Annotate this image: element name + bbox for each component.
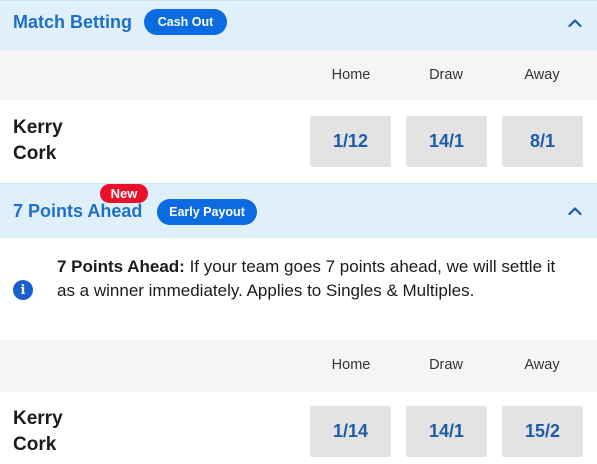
away-team: Cork — [13, 143, 57, 164]
col-home: Home — [331, 357, 371, 373]
column-headers: Home Draw Away — [0, 340, 597, 392]
odds-away-button[interactable]: 15/2 — [502, 406, 583, 457]
cash-out-badge: Cash Out — [144, 9, 227, 35]
chevron-up-icon[interactable] — [568, 16, 582, 30]
market-title: 7 Points Ahead — [13, 201, 143, 221]
col-draw: Draw — [429, 357, 463, 373]
odds-home-button[interactable]: 1/14 — [310, 406, 391, 457]
chevron-up-icon[interactable] — [568, 204, 582, 218]
odds-away-button[interactable]: 8/1 — [502, 116, 583, 167]
market-title: Match Betting — [13, 12, 132, 32]
away-team: Cork — [13, 434, 57, 455]
early-payout-badge: Early Payout — [157, 199, 257, 225]
info-heading: 7 Points Ahead: — [57, 257, 185, 276]
col-home: Home — [331, 67, 371, 83]
odds-home-button[interactable]: 1/12 — [310, 116, 391, 167]
odds-draw-button[interactable]: 14/1 — [406, 116, 487, 167]
info-text: 7 Points Ahead: If your team goes 7 poin… — [57, 255, 577, 303]
col-draw: Draw — [429, 67, 463, 83]
home-team: Kerry — [13, 408, 63, 429]
market-header-7-points-ahead[interactable]: New 7 Points Ahead Early Payout — [0, 183, 597, 238]
team-names: Kerry Cork — [13, 406, 63, 458]
team-names: Kerry Cork — [13, 115, 63, 167]
info-panel: i 7 Points Ahead: If your team goes 7 po… — [0, 238, 597, 340]
market-header-match-betting[interactable]: Match Betting Cash Out — [0, 0, 597, 50]
col-away: Away — [524, 67, 560, 83]
info-icon: i — [13, 280, 33, 300]
match-row: Kerry Cork 1/14 14/1 15/2 — [0, 392, 597, 464]
match-row: Kerry Cork 1/12 14/1 8/1 — [0, 100, 597, 183]
odds-draw-button[interactable]: 14/1 — [406, 406, 487, 457]
column-headers: Home Draw Away — [0, 50, 597, 100]
col-away: Away — [524, 357, 560, 373]
home-team: Kerry — [13, 117, 63, 138]
